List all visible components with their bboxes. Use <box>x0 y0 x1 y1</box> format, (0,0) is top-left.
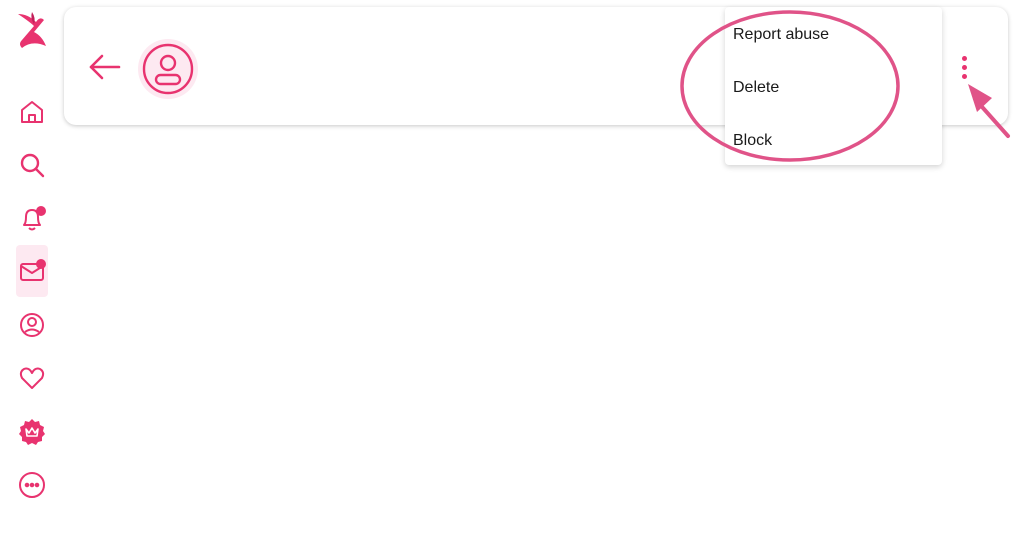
home-icon <box>21 101 43 123</box>
user-circle-icon <box>20 313 44 337</box>
menu-item-report-abuse[interactable]: Report abuse <box>733 23 829 47</box>
sidebar-item-messages[interactable] <box>16 245 48 297</box>
user-avatar-icon <box>142 43 194 95</box>
kebab-dot <box>961 55 967 61</box>
notification-badge <box>36 206 46 216</box>
kebab-dot <box>961 73 967 79</box>
options-menu: Report abuse Delete Block <box>725 7 942 165</box>
message-badge <box>36 259 46 269</box>
menu-item-delete[interactable]: Delete <box>733 76 779 100</box>
sidebar-item-home[interactable] <box>16 96 48 128</box>
brand-logo[interactable] <box>12 10 52 52</box>
search-icon <box>20 153 45 178</box>
sidebar-item-premium[interactable] <box>16 416 48 448</box>
heart-icon <box>19 367 45 389</box>
sidebar <box>0 0 64 551</box>
crown-badge-icon <box>19 419 45 445</box>
sidebar-item-profile[interactable] <box>16 309 48 341</box>
sidebar-item-more[interactable] <box>16 469 48 501</box>
avatar[interactable] <box>138 39 198 99</box>
kebab-menu-icon[interactable] <box>952 47 976 87</box>
sidebar-item-favorites[interactable] <box>16 362 48 394</box>
more-circle-icon <box>19 472 45 498</box>
menu-item-block[interactable]: Block <box>733 129 772 153</box>
sidebar-item-search[interactable] <box>16 149 48 181</box>
sidebar-item-notifications[interactable] <box>16 202 48 234</box>
arrow-left-icon[interactable] <box>84 47 124 87</box>
kebab-dot <box>961 64 967 70</box>
